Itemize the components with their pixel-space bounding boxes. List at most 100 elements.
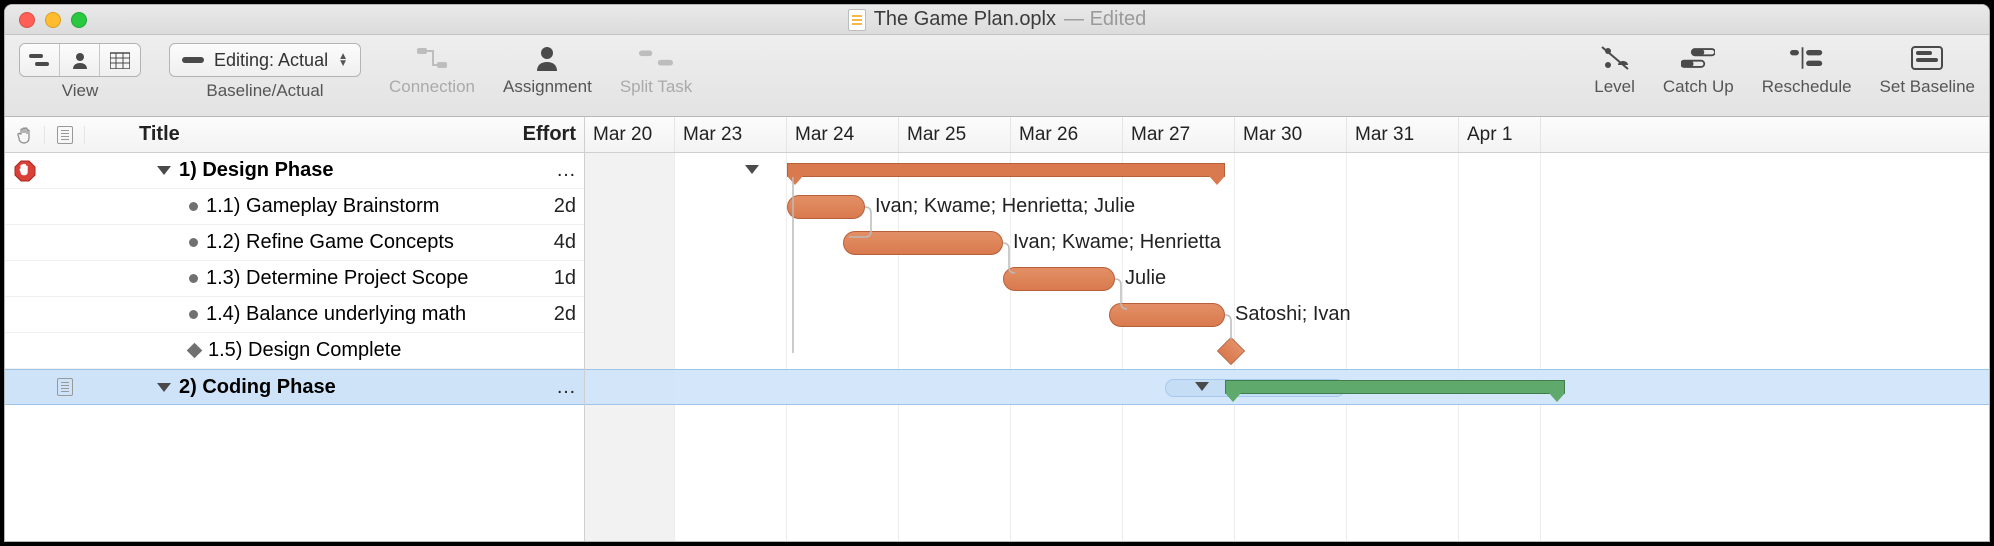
date-header-cell[interactable]: Mar 20 xyxy=(585,117,675,152)
effort-cell[interactable]: 4d xyxy=(504,231,584,254)
date-header-cell[interactable]: Mar 26 xyxy=(1011,117,1123,152)
traffic-lights xyxy=(5,12,87,28)
disclosure-triangle-icon[interactable] xyxy=(157,383,171,392)
stop-icon xyxy=(14,160,36,182)
view-label: View xyxy=(62,81,99,101)
gantt-milestone[interactable] xyxy=(1217,337,1245,365)
effort-column-header[interactable]: Effort xyxy=(504,123,584,146)
gantt-row[interactable]: Ivan; Kwame; Henrietta xyxy=(585,225,1989,261)
minimize-window-button[interactable] xyxy=(45,12,61,28)
column-header-row: Title Effort Mar 20Mar 23Mar 24Mar 25Mar… xyxy=(5,117,1989,153)
level-button[interactable] xyxy=(1598,43,1632,73)
date-header-cell[interactable]: Mar 25 xyxy=(899,117,1011,152)
window-title: The Game Plan.oplx — Edited xyxy=(5,8,1989,31)
task-title-cell[interactable]: 1.3) Determine Project Scope xyxy=(85,267,504,290)
effort-cell[interactable]: … xyxy=(504,159,584,182)
date-header-cell[interactable]: Mar 24 xyxy=(787,117,899,152)
date-header-cell[interactable]: Mar 30 xyxy=(1235,117,1347,152)
gantt-task-bar[interactable] xyxy=(843,231,1003,255)
effort-cell[interactable]: … xyxy=(504,376,584,399)
violation-cell xyxy=(5,160,45,182)
date-header-cell[interactable]: Mar 31 xyxy=(1347,117,1459,152)
task-title-cell[interactable]: 1.2) Refine Game Concepts xyxy=(85,231,504,254)
task-title-cell[interactable]: 1) Design Phase xyxy=(85,159,504,182)
catch-up-button[interactable] xyxy=(1681,43,1715,73)
task-title-cell[interactable]: 1.4) Balance underlying math xyxy=(85,303,504,326)
note-icon xyxy=(57,126,73,144)
hand-icon xyxy=(16,126,34,144)
gantt-row[interactable]: Satoshi; Ivan xyxy=(585,297,1989,333)
gantt-task-bar[interactable] xyxy=(787,195,865,219)
bar-icon xyxy=(182,55,204,65)
date-header-cell[interactable]: Mar 27 xyxy=(1123,117,1235,152)
date-header-cell[interactable]: Apr 1 xyxy=(1459,117,1541,152)
task-row[interactable]: 1) Design Phase… xyxy=(5,153,584,189)
assignment-label: Assignment xyxy=(503,77,592,97)
baseline-actual-dropdown[interactable]: Editing: Actual ▲▼ xyxy=(169,43,361,77)
task-title: 2) Coding Phase xyxy=(179,376,336,399)
outline-columns: Title Effort xyxy=(5,117,585,152)
gantt-row[interactable]: Ivan; Kwame; Henrietta; Julie xyxy=(585,189,1989,225)
catchup-group: Catch Up xyxy=(1663,43,1734,97)
disclosure-triangle-icon[interactable] xyxy=(745,165,759,174)
view-calendar-icon[interactable] xyxy=(100,44,140,76)
titlebar: The Game Plan.oplx — Edited xyxy=(5,5,1989,35)
reschedule-label: Reschedule xyxy=(1762,77,1852,97)
gantt-task-bar[interactable] xyxy=(1109,303,1225,327)
task-title-cell[interactable]: 2) Coding Phase xyxy=(85,376,504,399)
gantt-chart[interactable]: Ivan; Kwame; Henrietta; JulieIvan; Kwame… xyxy=(585,153,1989,541)
effort-cell[interactable]: 2d xyxy=(504,195,584,218)
connection-label: Connection xyxy=(389,77,475,97)
disclosure-triangle-icon[interactable] xyxy=(157,166,171,175)
reschedule-button[interactable] xyxy=(1790,43,1824,73)
baseline-mode-text: Editing: Actual xyxy=(214,50,328,71)
note-icon[interactable] xyxy=(57,378,73,396)
view-mode-segmented[interactable] xyxy=(19,43,141,77)
task-row[interactable]: 1.2) Refine Game Concepts4d xyxy=(5,225,584,261)
timeline-header[interactable]: Mar 20Mar 23Mar 24Mar 25Mar 26Mar 27Mar … xyxy=(585,117,1989,152)
set-baseline-button[interactable] xyxy=(1910,43,1944,73)
task-title: 1.4) Balance underlying math xyxy=(206,303,466,326)
assignment-group: Assignment xyxy=(503,43,592,97)
split-task-button[interactable] xyxy=(639,43,673,73)
gantt-row[interactable] xyxy=(585,333,1989,369)
task-row[interactable]: 1.5) Design Complete xyxy=(5,333,584,369)
task-row[interactable]: 2) Coding Phase … xyxy=(5,369,584,405)
connection-button[interactable] xyxy=(415,43,449,73)
task-row[interactable]: 1.3) Determine Project Scope1d xyxy=(5,261,584,297)
gantt-row[interactable] xyxy=(585,153,1989,189)
app-window: The Game Plan.oplx — Edited View xyxy=(4,4,1990,542)
gantt-row[interactable] xyxy=(585,369,1989,405)
gantt-summary-bar[interactable] xyxy=(1225,380,1565,394)
baseline-label: Baseline/Actual xyxy=(206,81,323,101)
date-header-cell[interactable]: Mar 23 xyxy=(675,117,787,152)
effort-cell[interactable]: 1d xyxy=(504,267,584,290)
gantt-task-bar[interactable] xyxy=(1003,267,1115,291)
note-column-header[interactable] xyxy=(45,126,85,144)
connection-group: Connection xyxy=(389,43,475,97)
view-resource-icon[interactable] xyxy=(60,44,100,76)
task-title-cell[interactable]: 1.5) Design Complete xyxy=(85,339,504,362)
assignment-label: Satoshi; Ivan xyxy=(1235,303,1351,326)
split-label: Split Task xyxy=(620,77,692,97)
close-window-button[interactable] xyxy=(19,12,35,28)
task-row[interactable]: 1.1) Gameplay Brainstorm2d xyxy=(5,189,584,225)
title-column-header[interactable]: Title xyxy=(85,123,504,146)
zoom-window-button[interactable] xyxy=(71,12,87,28)
violation-column-header[interactable] xyxy=(5,126,45,144)
document-icon xyxy=(848,9,866,31)
gantt-summary-bar[interactable] xyxy=(787,163,1225,177)
level-group: Level xyxy=(1594,43,1635,97)
assignment-label: Julie xyxy=(1125,267,1166,290)
split-group: Split Task xyxy=(620,43,692,97)
effort-cell[interactable]: 2d xyxy=(504,303,584,326)
view-group: View xyxy=(19,43,141,101)
task-row[interactable]: 1.4) Balance underlying math 2d xyxy=(5,297,584,333)
gantt-rows: Ivan; Kwame; Henrietta; JulieIvan; Kwame… xyxy=(585,153,1989,541)
assignment-button[interactable] xyxy=(530,43,564,73)
view-gantt-icon[interactable] xyxy=(20,44,60,76)
disclosure-triangle-icon[interactable] xyxy=(1195,382,1209,391)
gantt-row[interactable]: Julie xyxy=(585,261,1989,297)
setbaseline-group: Set Baseline xyxy=(1880,43,1975,97)
task-title-cell[interactable]: 1.1) Gameplay Brainstorm xyxy=(85,195,504,218)
